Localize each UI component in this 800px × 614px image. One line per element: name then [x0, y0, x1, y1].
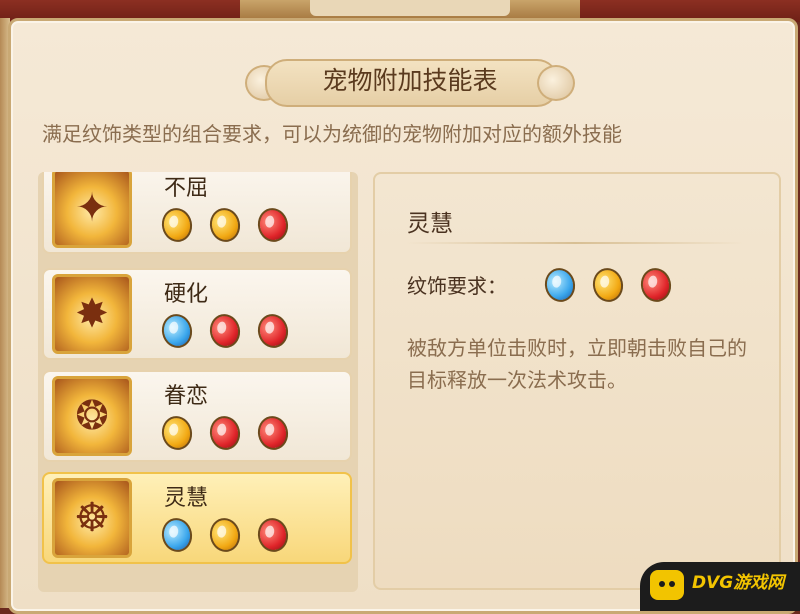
- blue-gem-icon: [541, 265, 579, 305]
- red-gem-icon: [206, 311, 244, 351]
- monk-pet-icon: ☸: [74, 495, 110, 541]
- detail-description: 被敌方单位击败时，立即朝击败自己的目标释放一次法术攻击。: [407, 336, 747, 392]
- robot-logo-icon: [650, 570, 684, 600]
- skill-gems: [158, 413, 306, 454]
- skill-card-buqu[interactable]: ✦ 不屈: [42, 172, 352, 254]
- page-subtitle: 满足纹饰类型的组合要求，可以为统御的宠物附加对应的额外技能: [42, 122, 622, 146]
- watermark-text: DVG游戏网: [692, 573, 785, 593]
- red-gem-icon: [637, 265, 675, 305]
- skill-name: 不屈: [164, 176, 209, 201]
- skill-gems: [158, 205, 306, 246]
- skill-card-yinghua[interactable]: ✸ 硬化: [42, 268, 352, 360]
- skill-portrait: ❂: [52, 376, 132, 456]
- gold-gem-icon: [158, 205, 196, 245]
- top-ornament: [240, 0, 580, 20]
- skill-portrait: ✦: [52, 172, 132, 248]
- red-gem-icon: [254, 413, 292, 453]
- skill-portrait: ☸: [52, 478, 132, 558]
- skill-detail-panel: 灵慧 纹饰要求： 被敌方单位击败时，立即朝击败自己的目标释放一次法术攻击。: [373, 172, 781, 590]
- detail-title: 灵慧: [407, 211, 453, 237]
- blue-gem-icon: [158, 515, 196, 555]
- red-gem-icon: [254, 311, 292, 351]
- flame-pet-icon: ✦: [75, 185, 109, 231]
- site-watermark: DVG游戏网: [640, 562, 800, 611]
- skill-card-juanlian[interactable]: ❂ 眷恋: [42, 370, 352, 462]
- gold-gem-icon: [589, 265, 627, 305]
- red-gem-icon: [254, 515, 292, 555]
- red-gem-icon: [254, 205, 292, 245]
- blue-gem-icon: [158, 311, 196, 351]
- spirit-pet-icon: ❂: [75, 393, 109, 439]
- skill-card-linghui[interactable]: ☸ 灵慧: [42, 472, 352, 564]
- gold-gem-icon: [206, 205, 244, 245]
- skill-name: 硬化: [164, 282, 209, 307]
- burst-icon: ✸: [75, 291, 109, 337]
- divider: [405, 242, 745, 244]
- gold-gem-icon: [158, 413, 196, 453]
- skill-gems: [158, 311, 306, 352]
- skill-portrait: ✸: [52, 274, 132, 354]
- requirement-gems: [541, 265, 689, 306]
- requirement-label: 纹饰要求：: [407, 274, 507, 298]
- title-plaque: 宠物附加技能表: [245, 55, 575, 107]
- gold-gem-icon: [206, 515, 244, 555]
- skill-list[interactable]: ✦ 不屈 ✸ 硬化 ❂ 眷恋 ☸ 灵慧: [38, 172, 358, 592]
- skill-name: 灵慧: [164, 486, 209, 511]
- page-title: 宠物附加技能表: [322, 66, 498, 95]
- skill-gems: [158, 515, 306, 556]
- skill-name: 眷恋: [164, 384, 209, 409]
- red-gem-icon: [206, 413, 244, 453]
